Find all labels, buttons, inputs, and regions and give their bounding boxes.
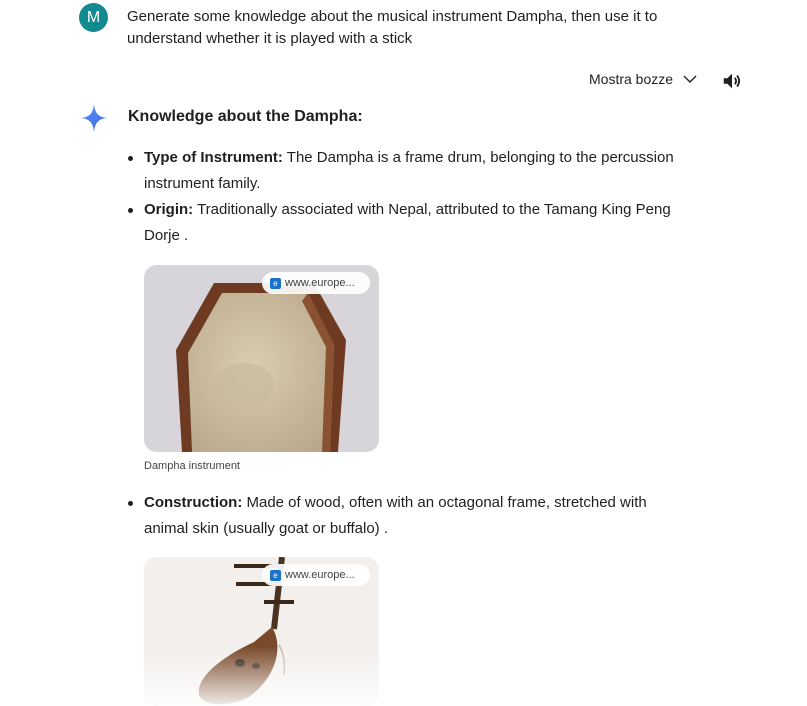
site-favicon-icon: e [270,277,281,289]
gemini-sparkle-icon [81,104,107,132]
fact-text: Traditionally associated with Nepal, att… [144,201,671,244]
facts-list: Type of Instrument: The Dampha is a fram… [128,145,688,249]
fact-label: Origin: [144,201,194,218]
instrument-image[interactable]: e www.europe... [144,557,379,706]
list-item: Origin: Traditionally associated with Ne… [128,197,688,249]
response-heading: Knowledge about the Dampha: [128,108,363,125]
source-chip-label: www.europe... [285,277,355,289]
user-prompt-text: Generate some knowledge about the musica… [127,8,658,47]
source-chip-label: www.europe... [285,569,355,581]
fact-label: Type of Instrument: [144,149,283,166]
user-avatar: M [79,3,108,32]
source-chip[interactable]: e www.europe... [262,564,370,586]
list-item: Type of Instrument: The Dampha is a fram… [128,145,688,197]
facts-list-2: Construction: Made of wood, often with a… [128,490,688,542]
image-caption: Dampha instrument [144,460,240,472]
site-favicon-icon: e [270,569,281,581]
chevron-down-icon [683,75,697,83]
list-item: Construction: Made of wood, often with a… [128,490,688,542]
fact-label: Construction: [144,494,243,511]
source-chip[interactable]: e www.europe... [262,272,370,294]
show-drafts-button[interactable]: Mostra bozze [589,71,697,87]
show-drafts-label: Mostra bozze [589,71,674,87]
dampha-image[interactable]: e www.europe... [144,265,379,452]
speaker-icon[interactable] [721,70,743,92]
